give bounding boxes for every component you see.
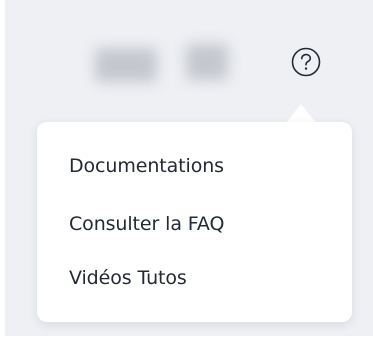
menu-item-faq[interactable]: Consulter la FAQ bbox=[69, 208, 224, 240]
menu-pointer bbox=[286, 104, 316, 123]
menu-item-documentations[interactable]: Documentations bbox=[69, 150, 224, 182]
redacted-content bbox=[186, 44, 228, 80]
help-button[interactable] bbox=[285, 41, 327, 83]
redacted-content bbox=[95, 48, 157, 82]
help-dropdown-menu: Documentations Consulter la FAQ Vidéos T… bbox=[37, 122, 352, 322]
question-circle-icon bbox=[291, 47, 321, 77]
menu-item-video-tutorials[interactable]: Vidéos Tutos bbox=[69, 262, 187, 294]
